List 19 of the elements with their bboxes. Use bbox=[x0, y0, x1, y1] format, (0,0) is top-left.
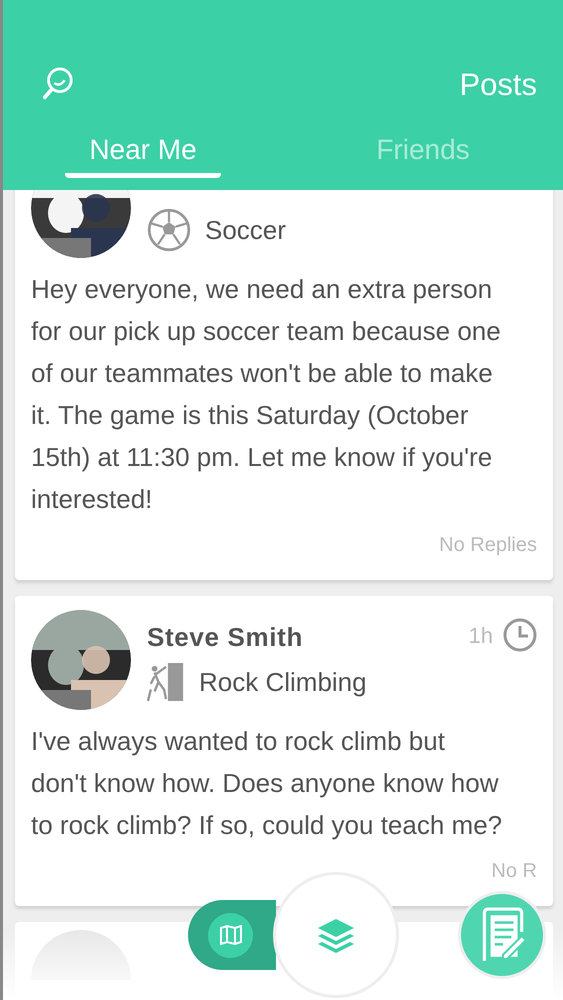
activity-label: Rock Climbing bbox=[199, 666, 367, 698]
tab[interactable]: Near Me bbox=[3, 128, 283, 184]
clock-icon bbox=[503, 618, 537, 652]
map-button[interactable] bbox=[208, 912, 253, 958]
replies-count[interactable]: No R bbox=[491, 856, 537, 886]
tab[interactable]: Friends bbox=[283, 128, 563, 184]
post-text: I've always wanted to rock climb but don't know how. Does anyone know how to rock climb? If so, could you teach me? bbox=[31, 725, 504, 842]
climber-icon bbox=[147, 660, 185, 704]
post-card[interactable]: Steve Smith 1h Rock Climbing I've always wanted to rock climb but don't know how. Does anyone know how to rock climb? If so, could you teach me? No R bbox=[15, 596, 553, 906]
soccer-ball-icon bbox=[147, 208, 191, 252]
page-title: Posts bbox=[459, 66, 537, 104]
activity-label: Soccer bbox=[205, 214, 286, 246]
author-name[interactable]: Steve Smith bbox=[147, 618, 303, 657]
map-icon bbox=[218, 925, 242, 945]
post-card[interactable] bbox=[15, 190, 553, 580]
post-text: Hey everyone, we need an extra person for our pick up soccer team because one of our teammates won't be able to make it. The game is this Saturday (October 15th) at 11:30 pm. Let me know if you're interested! bbox=[31, 273, 502, 516]
post-time: 1h bbox=[468, 622, 493, 650]
view-toggle[interactable] bbox=[188, 900, 276, 970]
replies-count[interactable]: No Replies bbox=[439, 530, 537, 560]
